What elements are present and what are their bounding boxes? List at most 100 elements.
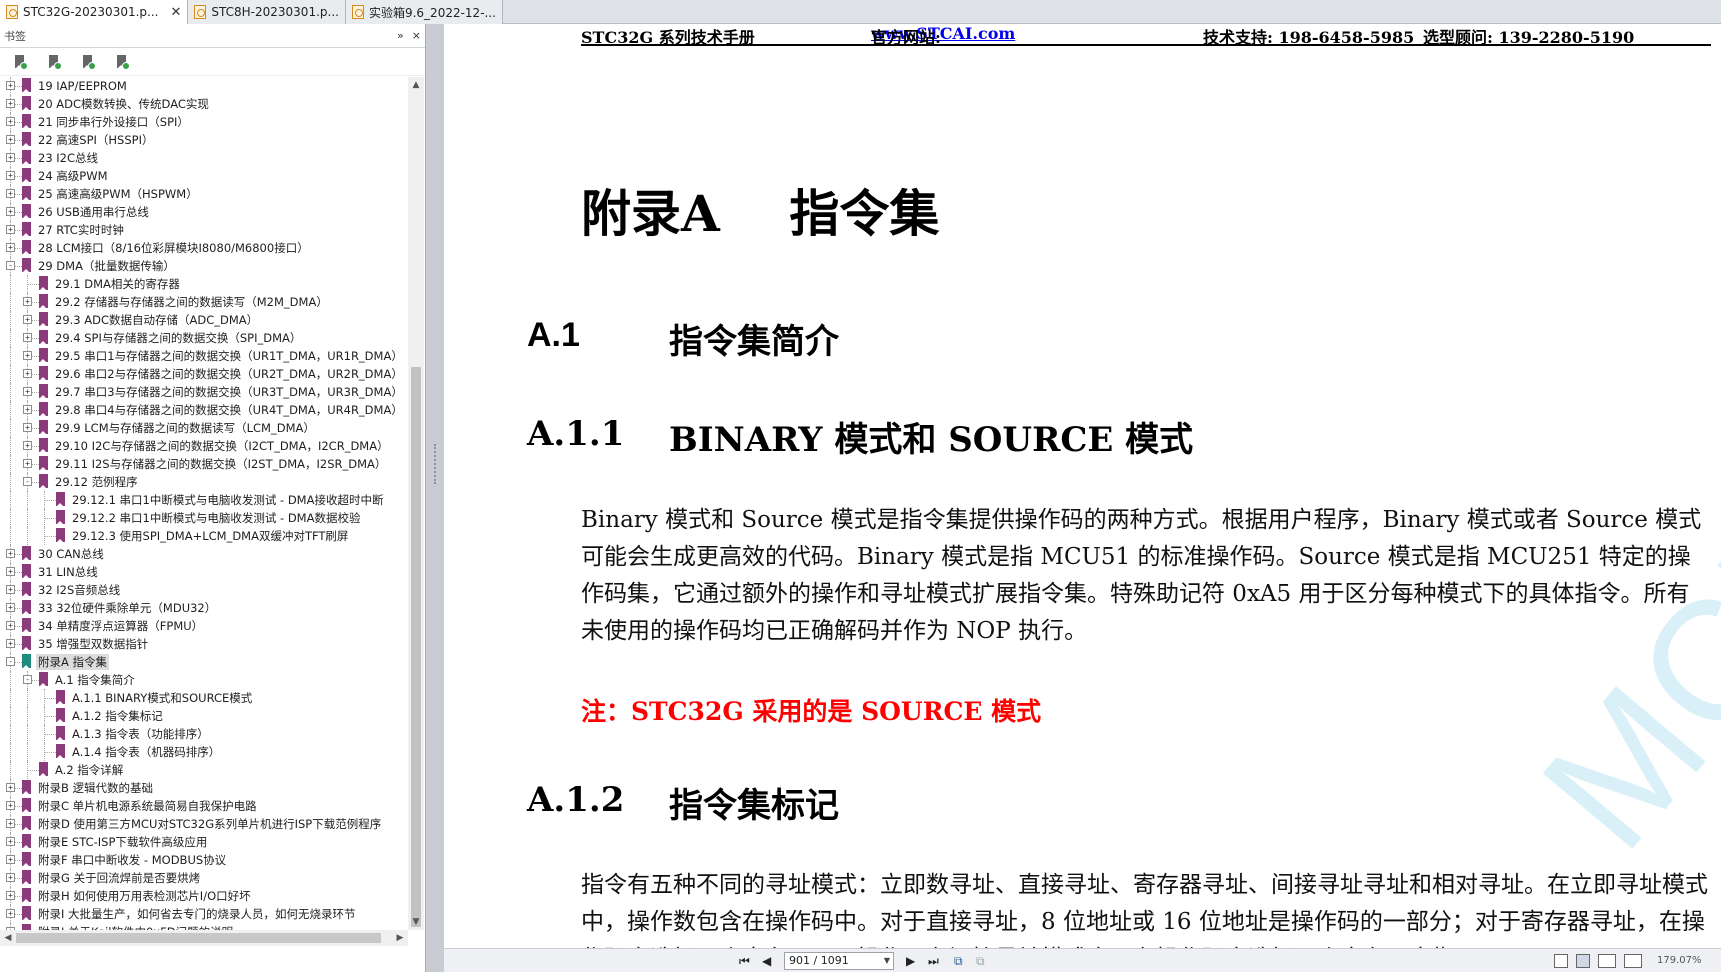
expand-icon[interactable]: + <box>23 387 32 396</box>
bookmark-item[interactable]: +24 高级PWM <box>0 167 408 185</box>
bookmark-item[interactable]: +25 高速高级PWM（HSPWM） <box>0 185 408 203</box>
close-icon[interactable]: ✕ <box>170 5 181 20</box>
expand-icon[interactable]: + <box>6 837 15 846</box>
page-number-input[interactable]: 901 / 1091 ▼ <box>784 952 894 970</box>
first-page-icon[interactable]: ⏮ <box>739 954 750 968</box>
expand-icon[interactable]: + <box>6 639 15 648</box>
tab-stc8h[interactable]: STC8H-20230301.p... <box>188 0 346 24</box>
bookmark-item[interactable]: 29.12.2 串口1中断模式与电脑收发测试 - DMA数据校验 <box>0 509 408 527</box>
find-bookmark-icon[interactable] <box>114 54 130 70</box>
continuous-view-icon[interactable] <box>1576 954 1590 968</box>
bookmark-item[interactable]: 29.12.1 串口1中断模式与电脑收发测试 - DMA接收超时中断 <box>0 491 408 509</box>
expand-icon[interactable]: + <box>23 333 32 342</box>
bookmark-item[interactable]: - A.1 指令集简介 <box>0 671 408 689</box>
expand-icon[interactable]: + <box>6 81 15 90</box>
bookmark-item[interactable]: +27 RTC实时时钟 <box>0 221 408 239</box>
expand-icon[interactable]: + <box>6 225 15 234</box>
expand-icon[interactable]: + <box>6 189 15 198</box>
bookmark-item[interactable]: + 附录F 串口中断收发 - MODBUS协议 <box>0 851 408 869</box>
expand-icon[interactable]: + <box>6 819 15 828</box>
expand-icon[interactable]: + <box>6 135 15 144</box>
expand-icon[interactable]: + <box>6 855 15 864</box>
bookmark-item[interactable]: +29.5 串口1与存储器之间的数据交换（UR1T_DMA，UR1R_DMA） <box>0 347 408 365</box>
panel-splitter[interactable] <box>426 24 444 972</box>
bookmark-item[interactable]: +29.7 串口3与存储器之间的数据交换（UR3T_DMA，UR3R_DMA） <box>0 383 408 401</box>
bookmark-item[interactable]: + 附录D 使用第三方MCU对STC32G系列单片机进行ISP下载范例程序 <box>0 815 408 833</box>
bookmark-item[interactable]: + 附录E STC-ISP下载软件高级应用 <box>0 833 408 851</box>
scrollbar-thumb[interactable] <box>16 933 381 943</box>
last-page-icon[interactable]: ⏭ <box>928 954 939 968</box>
scroll-down-icon[interactable]: ▼ <box>408 914 424 930</box>
bookmark-item[interactable]: + 附录I 大批量生产，如何省去专门的烧录人员，如何无烧录环节 <box>0 905 408 923</box>
expand-icon[interactable]: + <box>23 441 32 450</box>
bookmark-item[interactable]: +29.3 ADC数据自动存储（ADC_DMA） <box>0 311 408 329</box>
expand-icon[interactable]: + <box>6 783 15 792</box>
expand-icon[interactable]: + <box>23 405 32 414</box>
bookmark-item[interactable]: +34 单精度浮点运算器（FPMU） <box>0 617 408 635</box>
bookmark-item[interactable]: +29.6 串口2与存储器之间的数据交换（UR2T_DMA，UR2R_DMA） <box>0 365 408 383</box>
bookmark-item[interactable]: +附录J 关于Keil软件中0xFD问题的说明 <box>0 923 408 930</box>
collapse-icon[interactable]: - <box>6 657 15 666</box>
expand-icon[interactable]: + <box>6 909 15 918</box>
bookmark-item[interactable]: +31 LIN总线 <box>0 563 408 581</box>
expand-icon[interactable]: + <box>23 351 32 360</box>
collapse-bookmark-icon[interactable] <box>46 54 62 70</box>
bookmark-item[interactable]: + 附录G 关于回流焊前是否要烘烤 <box>0 869 408 887</box>
expand-icon[interactable]: + <box>6 585 15 594</box>
expand-icon[interactable]: + <box>6 549 15 558</box>
single-page-view-icon[interactable] <box>1554 954 1568 968</box>
collapse-panel-icon[interactable]: » <box>397 29 404 42</box>
bookmark-item[interactable]: + 附录B 逻辑代数的基础 <box>0 779 408 797</box>
bookmark-item[interactable]: - 附录A 指令集 <box>0 653 408 671</box>
collapse-icon[interactable]: - <box>23 675 32 684</box>
expand-icon[interactable]: + <box>23 369 32 378</box>
vertical-scrollbar[interactable]: ▲ ▼ <box>408 77 424 930</box>
expand-icon[interactable]: + <box>23 459 32 468</box>
bookmark-item[interactable]: +28 LCM接口（8/16位彩屏模块I8080/M6800接口） <box>0 239 408 257</box>
expand-icon[interactable]: + <box>6 243 15 252</box>
bookmark-item[interactable]: +29.9 LCM与存储器之间的数据读写（LCM_DMA） <box>0 419 408 437</box>
expand-icon[interactable]: + <box>23 423 32 432</box>
add-bookmark-icon[interactable] <box>80 54 96 70</box>
bookmark-item[interactable]: +32 I2S音频总线 <box>0 581 408 599</box>
bookmark-item[interactable]: + 附录C 单片机电源系统最简易自我保护电路 <box>0 797 408 815</box>
expand-icon[interactable]: + <box>6 99 15 108</box>
expand-icon[interactable]: + <box>6 621 15 630</box>
bookmark-item[interactable]: A.1.2 指令集标记 <box>0 707 408 725</box>
bookmark-item[interactable]: +29.8 串口4与存储器之间的数据交换（UR4T_DMA，UR4R_DMA） <box>0 401 408 419</box>
expand-icon[interactable]: + <box>6 567 15 576</box>
scroll-left-icon[interactable]: ◀ <box>0 930 16 946</box>
expand-icon[interactable]: + <box>6 891 15 900</box>
bookmark-item[interactable]: +29.4 SPI与存储器之间的数据交换（SPI_DMA） <box>0 329 408 347</box>
two-page-continuous-icon[interactable] <box>1624 954 1642 968</box>
bookmark-item[interactable]: - 29.12 范例程序 <box>0 473 408 491</box>
next-page-icon[interactable]: ▶ <box>906 954 915 968</box>
bookmark-item[interactable]: +33 32位硬件乘除单元（MDU32） <box>0 599 408 617</box>
expand-icon[interactable]: + <box>6 117 15 126</box>
bookmark-item[interactable]: +29.11 I2S与存储器之间的数据交换（I2ST_DMA，I2SR_DMA） <box>0 455 408 473</box>
bookmark-item[interactable]: A.1.4 指令表（机器码排序） <box>0 743 408 761</box>
fit-page-icon[interactable]: ⧉ <box>954 954 963 968</box>
bookmark-item[interactable]: +23 I2C总线 <box>0 149 408 167</box>
bookmark-item[interactable]: +19 IAP/EEPROM <box>0 77 408 95</box>
bookmark-item[interactable]: +22 高速SPI（HSSPI） <box>0 131 408 149</box>
bookmark-item[interactable]: +35 增强型双数据指针 <box>0 635 408 653</box>
tab-experiment-box[interactable]: 实验箱9.6_2022-12-... <box>345 0 503 24</box>
prev-page-icon[interactable]: ◀ <box>762 954 771 968</box>
bookmark-item[interactable]: 29.12.3 使用SPI_DMA+LCM_DMA双缓冲对TFT刷屏 <box>0 527 408 545</box>
bookmark-item[interactable]: - 29 DMA（批量数据传输） <box>0 257 408 275</box>
horizontal-scrollbar[interactable]: ◀ ▶ <box>0 930 408 946</box>
expand-icon[interactable]: + <box>23 315 32 324</box>
bookmark-item[interactable]: + 附录H 如何使用万用表检测芯片I/O口好坏 <box>0 887 408 905</box>
collapse-icon[interactable]: - <box>23 477 32 486</box>
bookmark-item[interactable]: A.1.3 指令表（功能排序） <box>0 725 408 743</box>
bookmark-item[interactable]: 29.1 DMA相关的寄存器 <box>0 275 408 293</box>
expand-icon[interactable]: + <box>6 171 15 180</box>
collapse-icon[interactable]: - <box>6 261 15 270</box>
bookmark-item[interactable]: +20 ADC模数转换、传统DAC实现 <box>0 95 408 113</box>
expand-icon[interactable]: + <box>6 801 15 810</box>
bookmark-item[interactable]: A.2 指令详解 <box>0 761 408 779</box>
bookmark-item[interactable]: +29.10 I2C与存储器之间的数据交换（I2CT_DMA，I2CR_DMA） <box>0 437 408 455</box>
expand-bookmark-icon[interactable] <box>12 54 28 70</box>
tab-stc32g[interactable]: STC32G-20230301.p... ✕ <box>0 0 189 24</box>
